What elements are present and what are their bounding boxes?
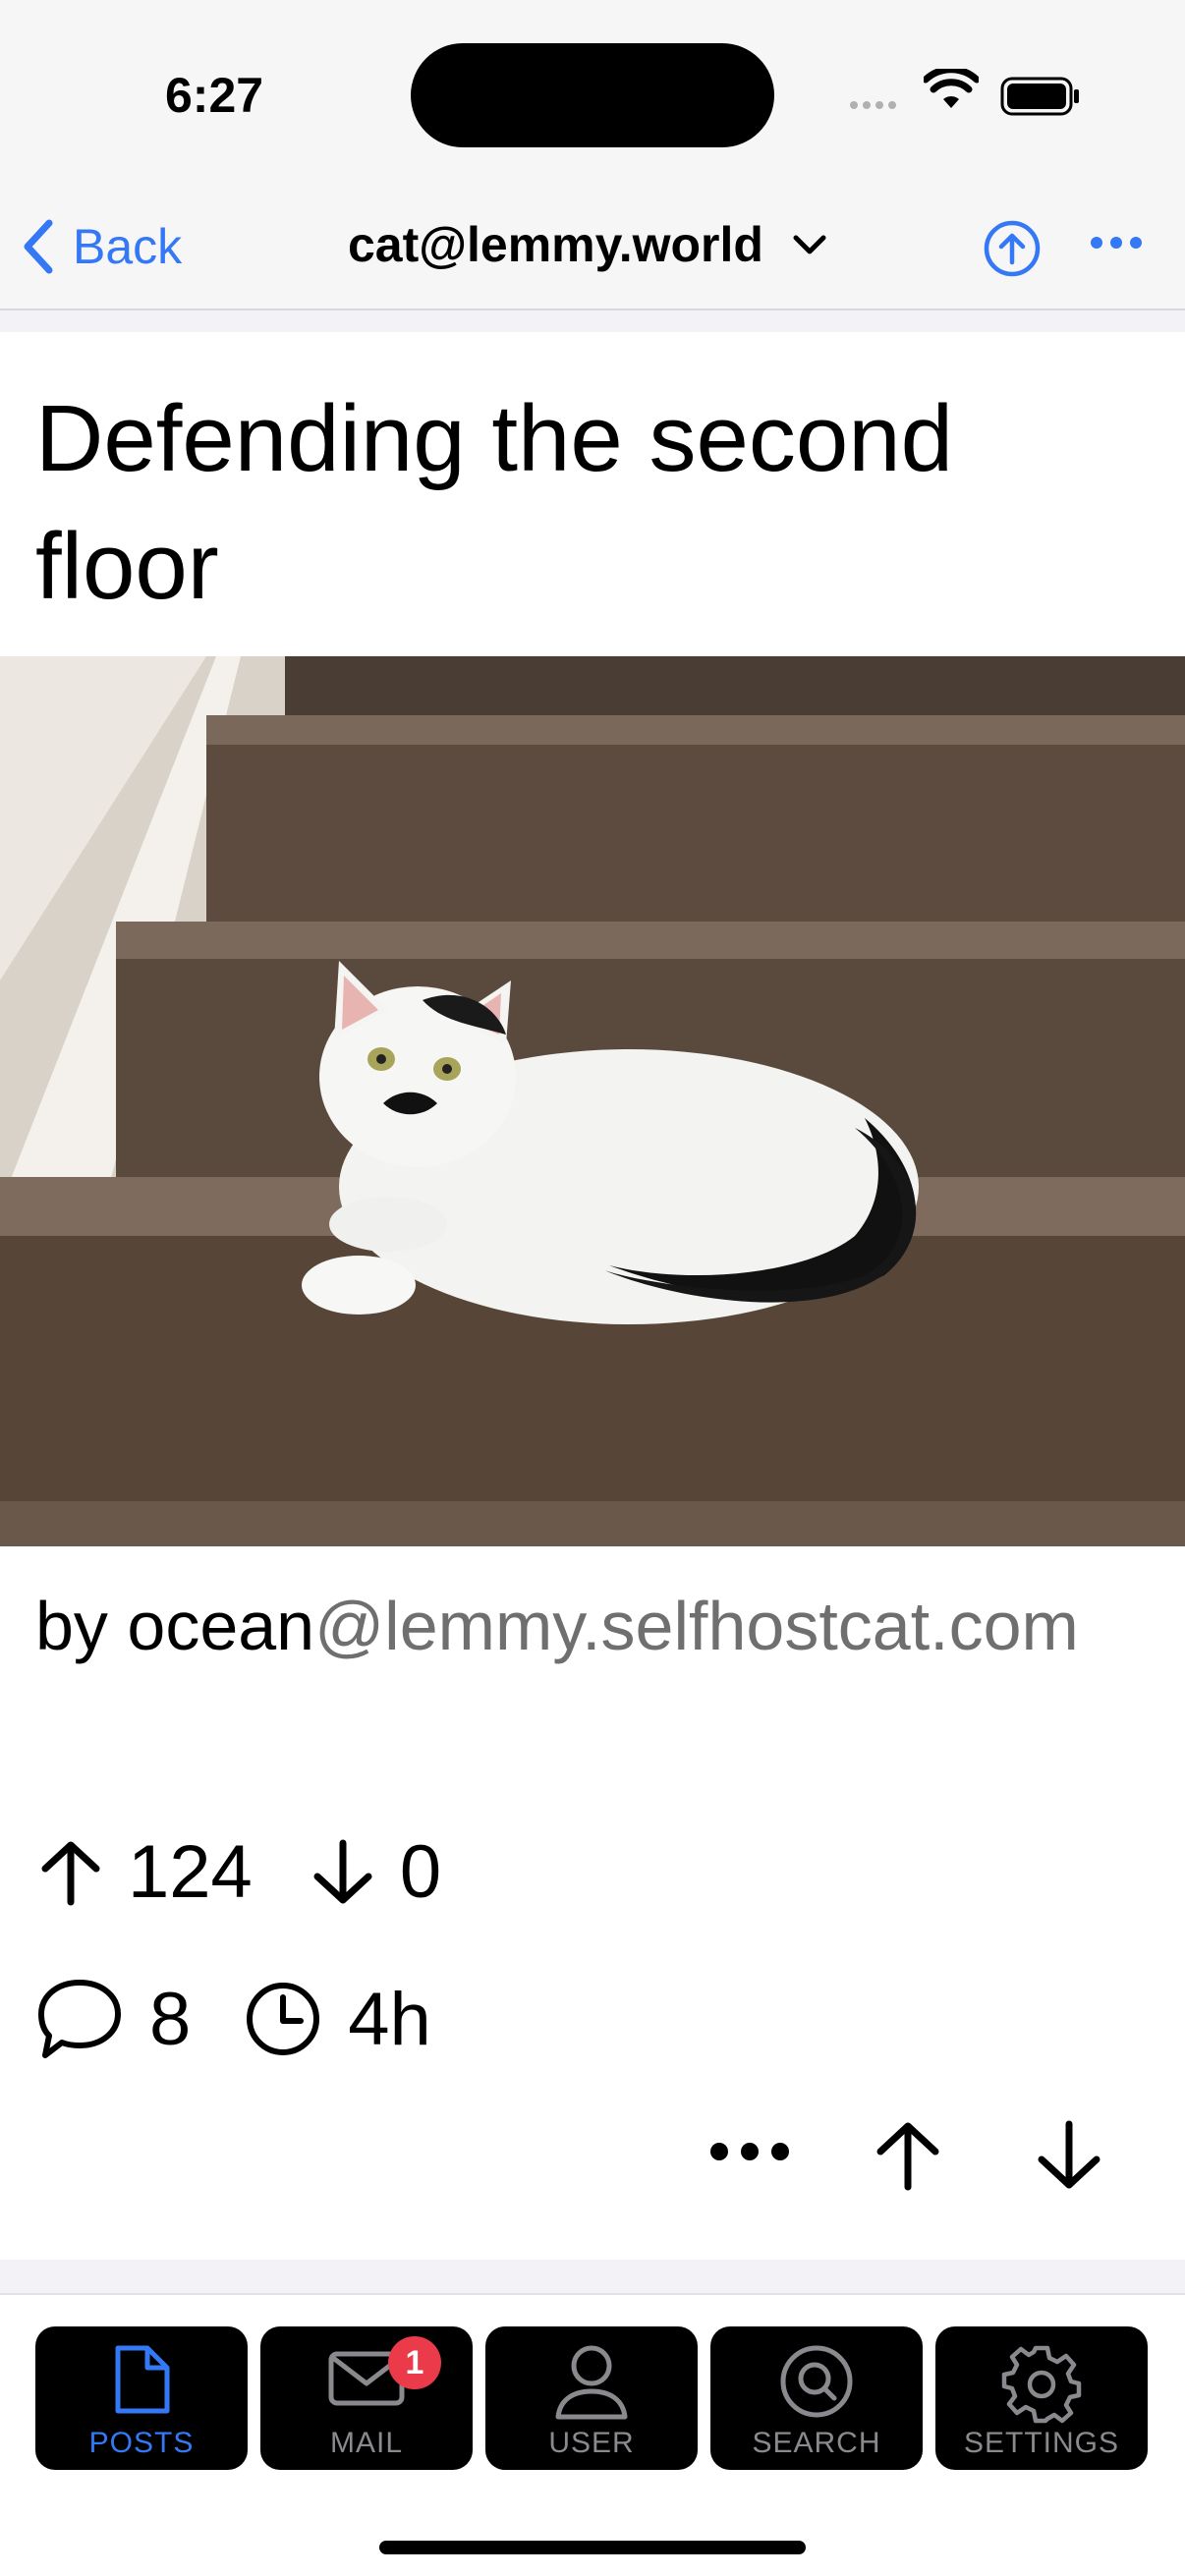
tab-search[interactable]: SEARCH	[710, 2326, 923, 2470]
wifi-icon	[924, 69, 979, 108]
gear-icon	[1001, 2345, 1082, 2424]
mail-unread-badge: 1	[388, 2336, 441, 2389]
cellular-signal-icon	[850, 96, 901, 114]
dynamic-island	[411, 43, 774, 147]
back-label: Back	[73, 219, 183, 274]
post-age: 4h	[348, 1977, 431, 2061]
downvote-button[interactable]	[1032, 2118, 1106, 2198]
tab-label-settings: SETTINGS	[963, 2427, 1119, 2459]
ellipsis-icon	[710, 2143, 789, 2160]
author-username: ocean	[127, 1588, 315, 1664]
author-instance: @lemmy.selfhostcat.com	[314, 1588, 1079, 1664]
feed-divider	[0, 2260, 1185, 2293]
arrow-down-icon	[1038, 2120, 1100, 2189]
community-name: cat@lemmy.world	[348, 217, 763, 272]
search-icon	[780, 2345, 853, 2418]
post-title: Defending the second floor	[35, 386, 954, 619]
arrow-up-icon	[876, 2122, 939, 2191]
arrow-up-icon	[41, 1841, 100, 1905]
chevron-down-icon	[793, 235, 826, 254]
tab-label-posts: POSTS	[88, 2427, 195, 2459]
post-stats: 8 4h	[35, 1975, 431, 2063]
community-switcher[interactable]: cat@lemmy.world	[348, 216, 826, 273]
tab-label-user: USER	[548, 2427, 635, 2459]
more-options-button[interactable]	[1091, 236, 1150, 253]
downvote-count: 0	[399, 1830, 442, 1914]
tab-label-search: SEARCH	[752, 2427, 881, 2459]
post-author[interactable]: by ocean@lemmy.selfhostcat.com	[35, 1578, 1156, 1674]
comment-count: 8	[149, 1977, 192, 2061]
tab-settings[interactable]: SETTINGS	[935, 2326, 1148, 2470]
author-prefix: by	[35, 1588, 128, 1664]
chevron-left-icon	[24, 219, 53, 274]
user-icon	[555, 2345, 628, 2420]
tab-mail[interactable]: 1 MAIL	[260, 2326, 473, 2470]
tab-posts[interactable]: POSTS	[35, 2326, 248, 2470]
clock-icon	[247, 1983, 320, 2055]
tab-label-mail: MAIL	[329, 2427, 404, 2459]
upvote-circle-icon[interactable]	[983, 219, 1042, 278]
back-button[interactable]: Back	[22, 218, 182, 275]
battery-icon	[1000, 77, 1079, 116]
status-time: 6:27	[165, 68, 264, 123]
comment-bubble-icon	[38, 1980, 121, 2058]
vote-counts: 124 0	[35, 1829, 441, 1915]
home-indicator[interactable]	[379, 2541, 806, 2554]
upvote-count: 124	[128, 1830, 253, 1914]
post-more-button[interactable]	[705, 2132, 794, 2171]
upvote-button[interactable]	[871, 2118, 945, 2198]
post-image[interactable]	[0, 656, 1185, 1546]
tab-user[interactable]: USER	[485, 2326, 698, 2470]
arrow-down-icon	[313, 1839, 372, 1903]
document-icon	[115, 2345, 170, 2414]
